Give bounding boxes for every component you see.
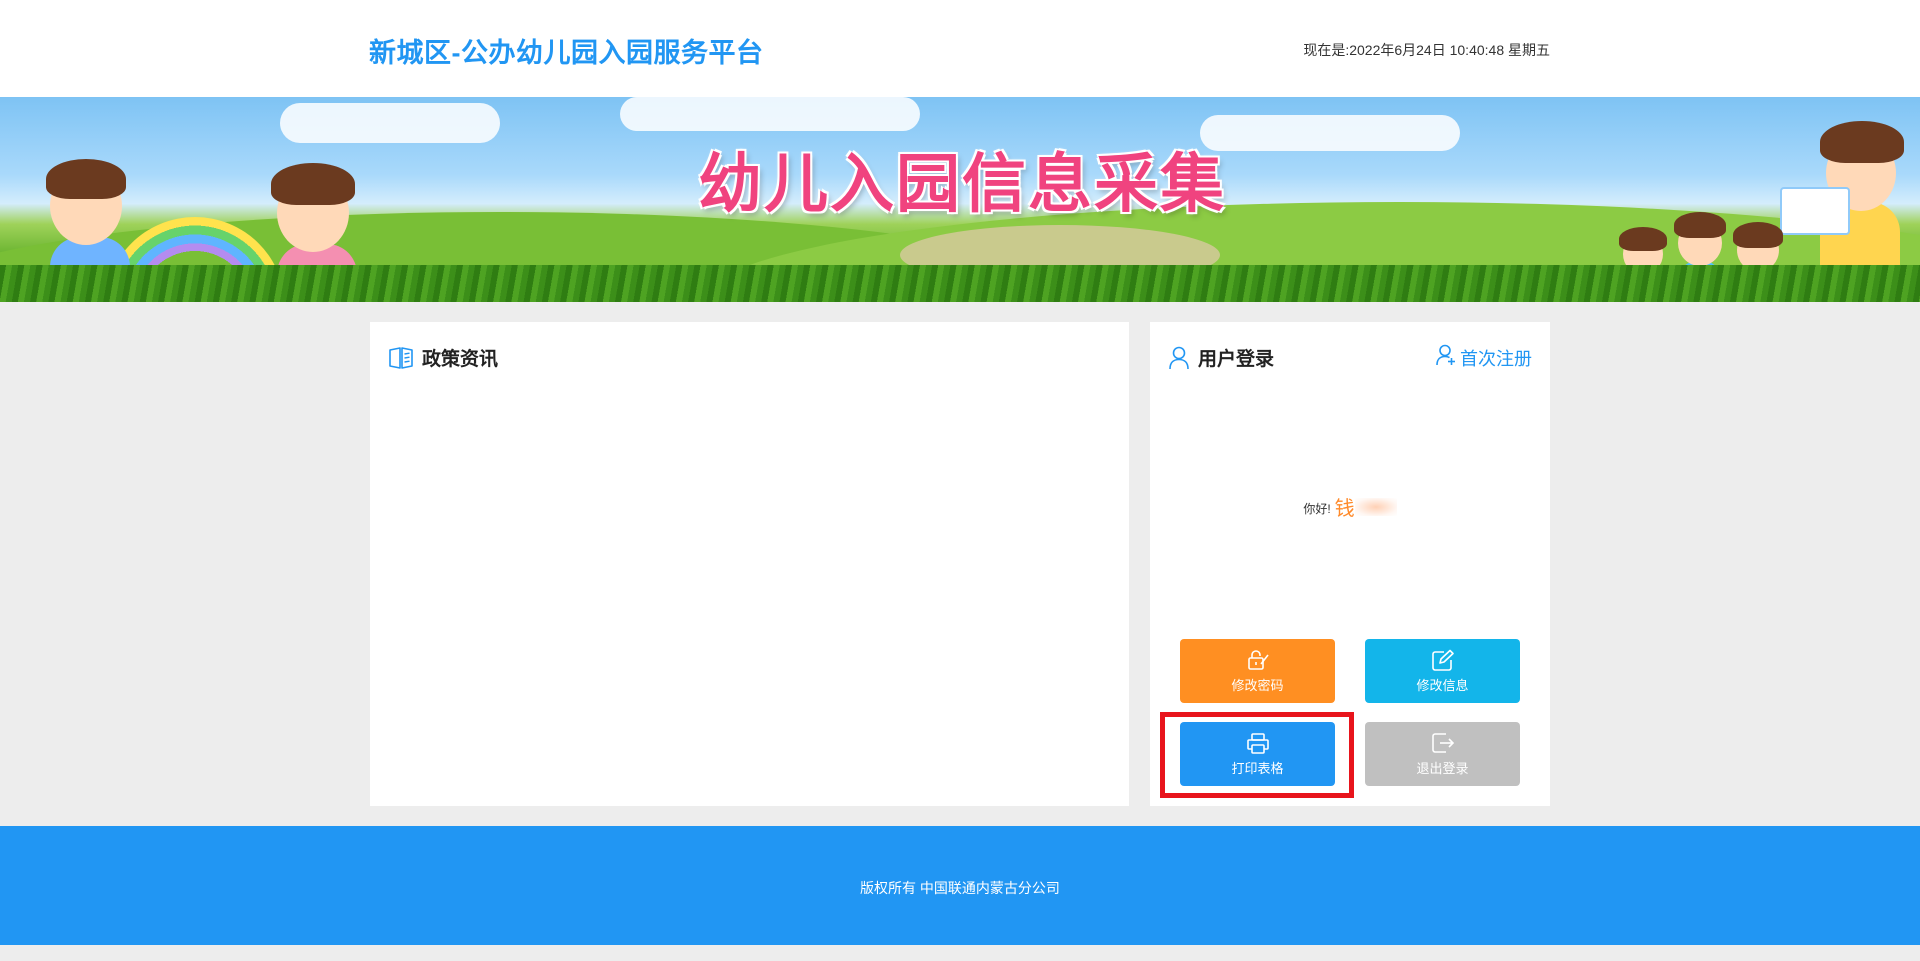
cloud <box>620 97 920 131</box>
welcome-greeting: 你好! 钱 <box>1150 492 1550 521</box>
edit-info-label: 修改信息 <box>1416 677 1469 693</box>
print-form-button[interactable]: 打印表格 <box>1180 722 1335 786</box>
hero-banner: 幼儿入园信息采集 <box>0 97 1920 302</box>
policy-news-title: 政策资讯 <box>422 349 499 370</box>
greeting-text: 你好! <box>1303 502 1331 516</box>
first-register-label: 首次注册 <box>1460 348 1532 369</box>
change-password-button[interactable]: 修改密码 <box>1180 639 1335 703</box>
banner-title: 幼儿入园信息采集 <box>698 148 1226 220</box>
user-login-title: 用户登录 <box>1198 349 1275 370</box>
logout-icon <box>1431 732 1455 754</box>
user-add-icon <box>1436 344 1456 371</box>
edit-info-button[interactable]: 修改信息 <box>1365 639 1520 703</box>
cloud <box>280 103 500 143</box>
change-password-label: 修改密码 <box>1231 677 1284 693</box>
grass <box>0 265 1920 302</box>
copyright-text: 版权所有 中国联通内蒙古分公司 <box>860 880 1060 896</box>
first-register-link[interactable]: 首次注册 <box>1436 344 1532 371</box>
top-header: 新城区-公办幼儿园入园服务平台 现在是:2022年6月24日 10:40:48 … <box>0 0 1920 97</box>
user-name: 钱 <box>1334 498 1355 520</box>
logout-label: 退出登录 <box>1416 760 1469 776</box>
edit-icon <box>1431 649 1455 671</box>
current-time: 现在是:2022年6月24日 10:40:48 星期五 <box>1303 42 1550 58</box>
cloud <box>1200 115 1460 151</box>
redacted-name <box>1354 498 1397 516</box>
policy-news-panel: 政策资讯 <box>370 322 1129 806</box>
print-form-label: 打印表格 <box>1231 760 1284 776</box>
policy-news-header: 政策资讯 <box>388 344 498 371</box>
lock-edit-icon <box>1246 649 1270 671</box>
user-icon <box>1168 346 1190 370</box>
user-login-panel: 用户登录 首次注册 你好! 钱 修改密码 修改信息 打印表格 退出登录 <box>1150 322 1550 806</box>
user-login-header: 用户登录 <box>1168 344 1274 371</box>
footer: 版权所有 中国联通内蒙古分公司 <box>0 826 1920 945</box>
logout-button[interactable]: 退出登录 <box>1365 722 1520 786</box>
book-icon <box>388 346 414 370</box>
site-title: 新城区-公办幼儿园入园服务平台 <box>369 38 764 68</box>
printer-icon <box>1246 732 1270 754</box>
